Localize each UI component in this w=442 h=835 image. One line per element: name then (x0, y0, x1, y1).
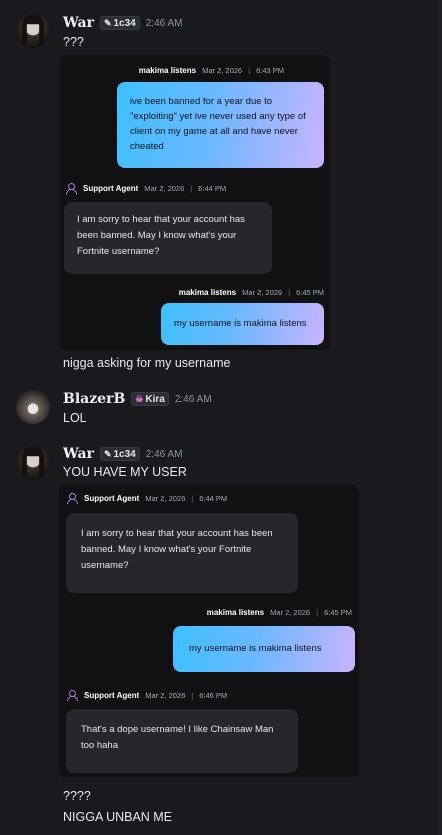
chat-time: 6:44 PM (198, 183, 227, 193)
guild-tag[interactable]: ☠ Kira (131, 392, 169, 406)
user-bubble: ive been banned for a year due to "explo… (117, 82, 324, 168)
sender-name: makima listens (138, 66, 197, 75)
embedded-screenshot[interactable]: makima listens Mar 2, 2026 | 6:43 PM ive… (60, 55, 330, 350)
message-header: War ✎ 1c34 2:46 AM (63, 14, 182, 32)
agent-bubble: I am sorry to hear that your account has… (66, 513, 298, 593)
message-header: War ✎ 1c34 2:46 AM (63, 445, 182, 463)
chat-time: 6:45 PM (296, 288, 324, 297)
separator: | (191, 493, 194, 503)
sender-name: Support Agent (84, 690, 140, 700)
sender-name: makima listens (178, 288, 237, 297)
chat-meta: Support Agent Mar 2, 2026 | 6:46 PM (67, 690, 228, 701)
chat-time: 6:43 PM (256, 66, 284, 75)
chat-time: 6:44 PM (199, 493, 228, 503)
message-text: LOL (63, 411, 87, 425)
person-icon (66, 183, 77, 194)
sender-name: Support Agent (83, 183, 139, 193)
person-icon (67, 493, 78, 504)
agent-bubble: That's a dope username! I like Chainsaw … (66, 709, 298, 773)
chat-meta: Support Agent Mar 2, 2026 | 6:44 PM (67, 493, 228, 504)
guild-tag-label: 1c34 (113, 448, 136, 460)
chat-date: Mar 2, 2026 (145, 493, 186, 503)
avatar[interactable] (16, 446, 50, 480)
chat-date: Mar 2, 2026 (145, 690, 186, 700)
separator: | (288, 288, 291, 297)
message-text: nigga asking for my username (63, 356, 231, 370)
chat-meta: makima listens Mar 2, 2026 | 6:45 PM (179, 288, 324, 297)
embedded-screenshot[interactable]: Support Agent Mar 2, 2026 | 6:44 PM I am… (59, 485, 359, 777)
chat-date: Mar 2, 2026 (242, 288, 283, 297)
timestamp: 2:46 AM (174, 393, 212, 405)
message-text: ??? (63, 35, 84, 49)
chat-time: 6:46 PM (199, 690, 228, 700)
message-text: NIGGA UNBAN ME (63, 810, 173, 824)
username[interactable]: BlazerB (63, 391, 125, 407)
guild-tag[interactable]: ✎ 1c34 (99, 447, 140, 461)
person-icon (67, 690, 78, 701)
username[interactable]: War (63, 446, 94, 462)
chat-time: 6:45 PM (324, 608, 352, 617)
agent-bubble: I am sorry to hear that your account has… (64, 202, 272, 274)
avatar[interactable] (16, 14, 50, 48)
sender-name: Support Agent (84, 493, 140, 503)
chat-meta: Support Agent Mar 2, 2026 | 6:44 PM (66, 183, 227, 194)
message-header: BlazerB ☠ Kira 2:46 AM (63, 390, 212, 408)
message-text: YOU HAVE MY USER (63, 465, 187, 479)
guild-tag-label: Kira (145, 393, 165, 405)
chat-meta: makima listens Mar 2, 2026 | 6:45 PM (207, 608, 352, 617)
user-bubble: my username is makima listens (173, 626, 355, 672)
chat-meta: makima listens Mar 2, 2026 | 6:43 PM (139, 66, 284, 75)
separator: | (191, 690, 194, 700)
scrollbar-track[interactable] (438, 0, 442, 835)
chat-date: Mar 2, 2026 (202, 66, 243, 75)
timestamp: 2:46 AM (145, 17, 183, 29)
skull-icon: ☠ (135, 393, 144, 404)
chat-date: Mar 2, 2026 (270, 608, 311, 617)
avatar[interactable] (16, 390, 50, 424)
feather-icon: ✎ (103, 17, 112, 28)
guild-tag-label: 1c34 (113, 17, 136, 29)
username[interactable]: War (63, 15, 94, 31)
user-bubble: my username is makima listens (161, 303, 324, 345)
message-text: ???? (63, 789, 91, 803)
separator: | (248, 66, 251, 75)
separator: | (316, 608, 319, 617)
separator: | (190, 183, 193, 193)
feather-icon: ✎ (103, 448, 112, 459)
chat-date: Mar 2, 2026 (144, 183, 185, 193)
guild-tag[interactable]: ✎ 1c34 (99, 16, 140, 30)
timestamp: 2:46 AM (145, 448, 183, 460)
sender-name: makima listens (206, 608, 265, 617)
